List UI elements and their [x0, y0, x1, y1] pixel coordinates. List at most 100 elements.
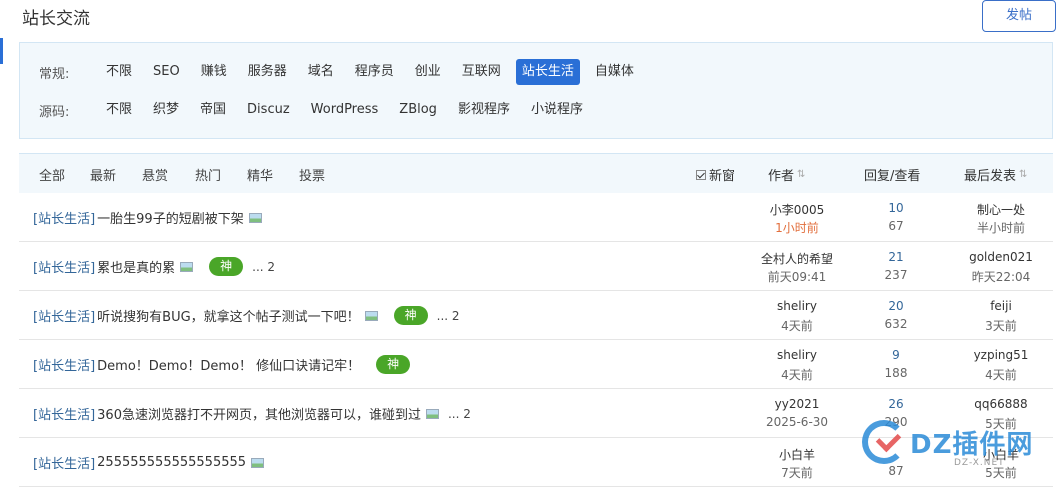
thread-row: [站长生活] 累也是真的累神... 2 全村人的希望 前天09:41 21 237 gold… — [19, 242, 1053, 291]
last-post-time[interactable]: 4天前 — [941, 366, 1061, 383]
filter-label-general: 常规: — [39, 66, 70, 82]
filter-general-item-7[interactable]: 互联网 — [456, 59, 507, 85]
post-button[interactable]: 发帖 — [982, 0, 1056, 32]
image-attachment-icon — [180, 261, 194, 272]
filter-general-item-8[interactable]: 站长生活 — [515, 59, 580, 85]
thread-category-link[interactable]: [站长生活] — [33, 306, 95, 325]
last-post-time[interactable]: 昨天22:04 — [941, 268, 1061, 285]
watermark-subtext: DZ-X.NET — [954, 458, 1005, 468]
filter-source-item-5[interactable]: ZBlog — [393, 97, 443, 123]
thread-row: [站长生活] Demo！Demo！Demo！ 修仙口诀请记牢！神 sheliry 4天… — [19, 340, 1053, 389]
page-title: 站长交流 — [22, 9, 90, 29]
filter-row-source: 源码: 不限 织梦 帝国 Discuz WordPress ZBlog 影视程序 小说程序 — [20, 97, 598, 123]
tab-hot[interactable]: 热门 — [195, 165, 221, 184]
tab-poll[interactable]: 投票 — [299, 165, 325, 184]
filter-row-general: 常规: 不限 SEO 赚钱 服务器 域名 程序员 创业 互联网 站长生活 自媒体 — [20, 59, 649, 85]
new-window-toggle[interactable]: 新窗 — [696, 165, 735, 184]
filter-source-item-2[interactable]: 帝国 — [194, 97, 232, 123]
filter-panel: 常规: 不限 SEO 赚钱 服务器 域名 程序员 创业 互联网 站长生活 自媒体 源码: 不限 织梦… — [19, 42, 1053, 139]
god-reply-badge: 神 — [376, 355, 411, 374]
thread-last-post-cell: golden021 昨天22:04 — [941, 242, 1061, 291]
left-accent-bar — [0, 38, 3, 64]
filter-general-item-4[interactable]: 域名 — [302, 59, 340, 85]
thread-last-post-cell: 制心一处 半小时前 — [941, 193, 1061, 242]
watermark-text: DZ插件网 — [910, 430, 1034, 460]
filter-source-item-3[interactable]: Discuz — [241, 97, 296, 123]
last-post-time[interactable]: 3天前 — [941, 317, 1061, 334]
view-count: 188 — [884, 366, 908, 380]
image-attachment-icon — [251, 457, 265, 468]
thread-last-post-cell: yzping51 4天前 — [941, 340, 1061, 389]
thread-title-link[interactable]: 360急速浏览器打不开网页，其他浏览器可以，谁碰到过 — [97, 404, 421, 423]
filter-source-item-7[interactable]: 小说程序 — [525, 97, 589, 123]
last-poster-link[interactable]: qq66888 — [941, 397, 1061, 411]
thread-title-link[interactable]: 255555555555555555 — [97, 455, 246, 470]
checkbox-checked-icon[interactable] — [696, 169, 706, 180]
thread-category-link[interactable]: [站长生活] — [33, 208, 95, 227]
reply-count: 20 — [888, 299, 904, 313]
thread-title-area: [站长生活] 听说搜狗有BUG，就拿这个帖子测试一下吧！ 神 ... 2 — [33, 291, 460, 340]
image-attachment-icon — [364, 310, 378, 321]
filter-source-item-6[interactable]: 影视程序 — [452, 97, 516, 123]
last-post-time[interactable]: 半小时前 — [941, 219, 1061, 236]
thread-title-area: [站长生活] 一胎生99子的短剧被下架 — [33, 193, 262, 242]
thread-title-link[interactable]: 一胎生99子的短剧被下架 — [97, 208, 244, 227]
thread-category-link[interactable]: [站长生活] — [33, 404, 95, 423]
tab-all[interactable]: 全部 — [39, 165, 65, 184]
thread-category-link[interactable]: [站长生活] — [33, 257, 95, 276]
filter-source-item-0[interactable]: 不限 — [100, 97, 138, 123]
last-poster-link[interactable]: golden021 — [941, 250, 1061, 264]
last-post-label: 最后发表 — [964, 169, 1017, 184]
thread-stats-cell: 9 188 — [836, 340, 956, 389]
thread-category-link[interactable]: [站长生活] — [33, 355, 95, 374]
author-column-label: 作者 — [768, 169, 795, 184]
filter-source-item-4[interactable]: WordPress — [305, 97, 385, 123]
new-window-label: 新窗 — [709, 169, 736, 184]
tab-latest[interactable]: 最新 — [90, 165, 116, 184]
tab-digest[interactable]: 精华 — [247, 165, 273, 184]
reply-count: 26 — [888, 397, 904, 411]
thread-list-header: 全部 最新 悬赏 热门 精华 投票 新窗 作者 ⇅ 回复/查看 最后发表 ⇅ — [19, 153, 1053, 193]
author-column-header[interactable]: 作者 ⇅ — [768, 165, 806, 184]
reply-count: 10 — [888, 201, 904, 215]
filter-general-item-9[interactable]: 自媒体 — [589, 59, 640, 85]
thread-title-area: [站长生活] 360急速浏览器打不开网页，其他浏览器可以，谁碰到过 ... 2 — [33, 389, 471, 438]
thread-stats-cell: 10 67 — [836, 193, 956, 242]
filter-general-item-0[interactable]: 不限 — [100, 59, 138, 85]
thread-category-link[interactable]: [站长生活] — [33, 453, 95, 472]
thread-title-link[interactable]: 听说搜狗有BUG，就拿这个帖子测试一下吧！ — [97, 306, 360, 325]
thread-title-area: [站长生活] 255555555555555555 — [33, 438, 265, 487]
thread-title-link[interactable]: Demo！Demo！Demo！ 修仙口诀请记牢！ — [97, 355, 360, 374]
thread-stats-cell: 21 237 — [836, 242, 956, 291]
thread-title-area: [站长生活] 累也是真的累 神 ... 2 — [33, 242, 275, 291]
filter-general-item-6[interactable]: 创业 — [409, 59, 447, 85]
sort-arrows-icon[interactable]: ⇅ — [1019, 169, 1028, 180]
filter-general-item-2[interactable]: 赚钱 — [195, 59, 233, 85]
thread-pages-link[interactable]: ... 2 — [448, 407, 471, 421]
replies-views-column-header: 回复/查看 — [864, 165, 920, 184]
sort-arrows-icon[interactable]: ⇅ — [797, 169, 806, 180]
watermark: DZ插件网 DZ-X.NET — [858, 410, 1058, 480]
tab-reward[interactable]: 悬赏 — [142, 165, 168, 184]
last-post-column-header[interactable]: 最后发表 ⇅ — [964, 165, 1028, 184]
last-poster-link[interactable]: yzping51 — [941, 348, 1061, 362]
thread-stats-cell: 20 632 — [836, 291, 956, 340]
reply-count: 9 — [892, 348, 900, 362]
filter-general-item-3[interactable]: 服务器 — [242, 59, 293, 85]
filter-label-source: 源码: — [39, 104, 70, 120]
filter-general-item-1[interactable]: SEO — [147, 59, 186, 85]
thread-title-link[interactable]: 累也是真的累 — [97, 257, 175, 276]
filter-general-item-5[interactable]: 程序员 — [349, 59, 400, 85]
view-count: 632 — [884, 317, 908, 331]
last-poster-link[interactable]: feiji — [941, 299, 1061, 313]
thread-pages-link[interactable]: ... 2 — [437, 309, 460, 323]
god-reply-badge: 神 — [393, 306, 428, 325]
thread-last-post-cell: feiji 3天前 — [941, 291, 1061, 340]
last-poster-link[interactable]: 制心一处 — [941, 201, 1061, 218]
filter-source-item-1[interactable]: 织梦 — [147, 97, 185, 123]
thread-pages-link[interactable]: ... 2 — [252, 260, 275, 274]
view-count: 237 — [884, 268, 908, 282]
image-attachment-icon — [425, 408, 439, 419]
image-attachment-icon — [248, 212, 262, 223]
thread-row: [站长生活] 一胎生99子的短剧被下架 小李0005 1小时前 10 67 制心一处 半小时前 — [19, 193, 1053, 242]
